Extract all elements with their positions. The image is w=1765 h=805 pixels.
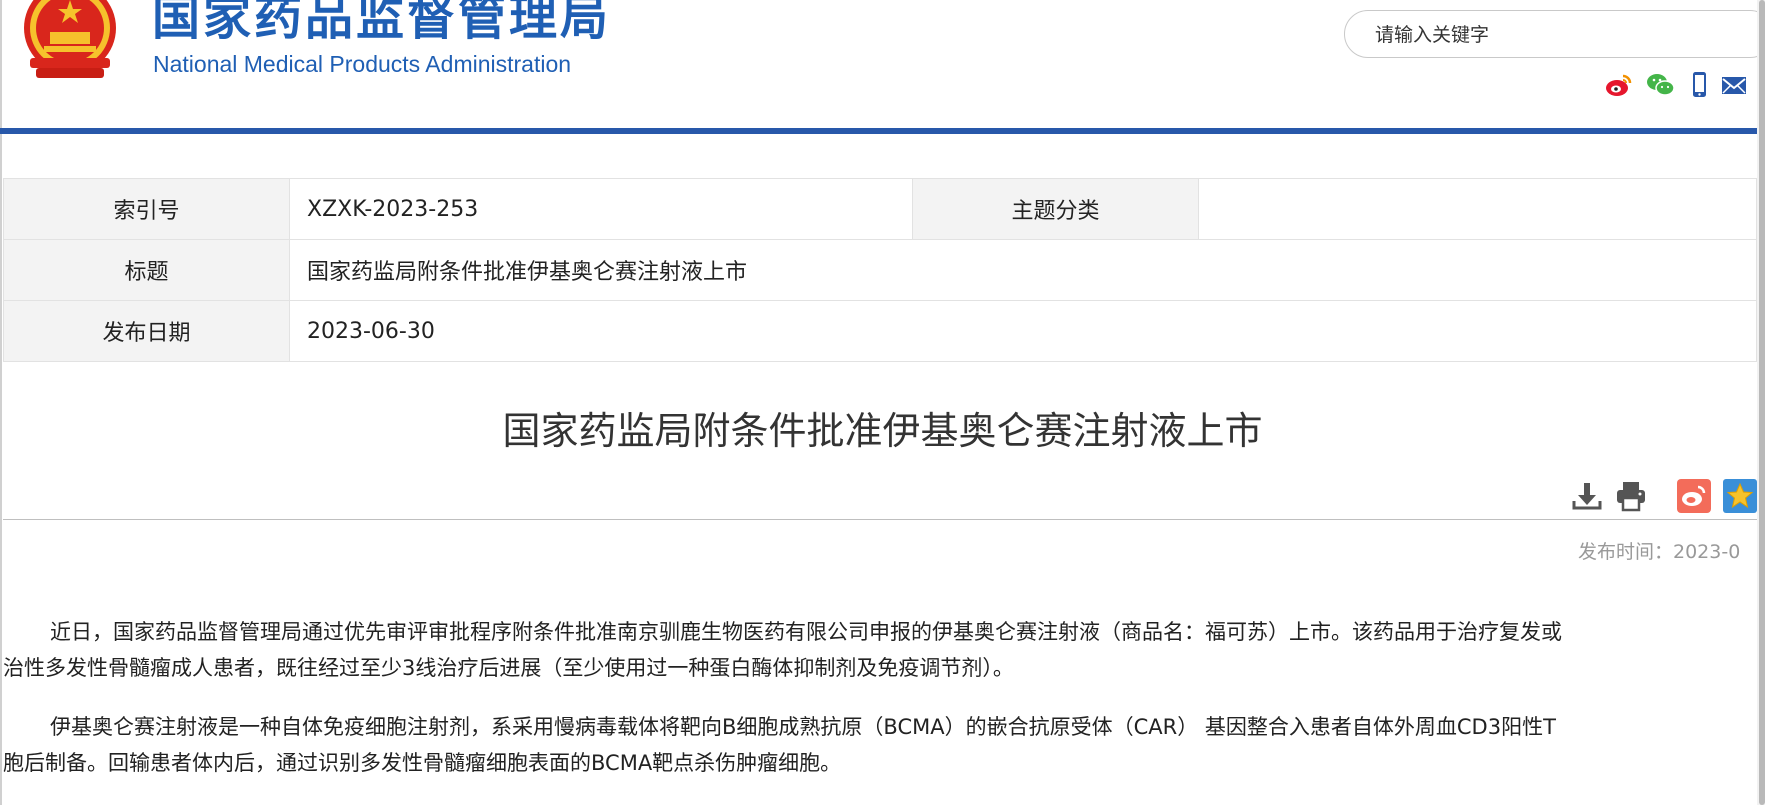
publish-time: 发布时间：2023-0: [1578, 541, 1741, 563]
date-label: 发布日期: [3, 300, 290, 362]
site-title-cn[interactable]: 国家药品监督管理局: [152, 0, 611, 48]
mail-icon[interactable]: [1719, 70, 1749, 100]
title-label: 标题: [3, 239, 290, 301]
favorite-star-icon[interactable]: [1723, 479, 1757, 513]
paragraph-line: 伊基奥仑赛注射液是一种自体免疫细胞注射剂，系采用慢病毒载体将靶向B细胞成熟抗原（…: [50, 715, 1556, 739]
category-label: 主题分类: [912, 178, 1199, 240]
article-paragraph: 近日，国家药品监督管理局通过优先审评审批程序附条件批准南京驯鹿生物医药有限公司申…: [3, 614, 1757, 686]
search-input[interactable]: [1373, 21, 1757, 49]
header-divider: [0, 128, 1757, 134]
national-emblem-logo: [24, 0, 116, 78]
table-row: 发布日期 2023-06-30: [3, 300, 1757, 362]
index-label: 索引号: [3, 178, 290, 240]
weibo-icon[interactable]: [1604, 70, 1634, 100]
search-box[interactable]: [1344, 10, 1765, 58]
paragraph-line: 治性多发性骨髓瘤成人患者，既往经过至少3线治疗后进展（至少使用过一种蛋白酶体抑制…: [3, 656, 1014, 680]
print-icon[interactable]: [1614, 479, 1648, 513]
download-icon[interactable]: [1570, 479, 1604, 513]
scrollbar-thumb[interactable]: [1759, 0, 1765, 805]
weibo-share-icon[interactable]: [1677, 479, 1711, 513]
table-row: 索引号 XZXK-2023-253 主题分类: [3, 178, 1757, 240]
date-value: 2023-06-30: [289, 300, 1757, 362]
article-paragraph: 伊基奥仑赛注射液是一种自体免疫细胞注射剂，系采用慢病毒载体将靶向B细胞成熟抗原（…: [3, 709, 1757, 781]
article-divider: [3, 519, 1757, 520]
wechat-icon[interactable]: [1646, 70, 1676, 100]
category-value: [1198, 178, 1757, 240]
table-row: 标题 国家药监局附条件批准伊基奥仑赛注射液上市: [3, 239, 1757, 301]
paragraph-line: 近日，国家药品监督管理局通过优先审评审批程序附条件批准南京驯鹿生物医药有限公司申…: [50, 620, 1562, 644]
article-title: 国家药监局附条件批准伊基奥仑赛注射液上市: [502, 409, 1263, 453]
mobile-icon[interactable]: [1684, 70, 1714, 100]
title-value: 国家药监局附条件批准伊基奥仑赛注射液上市: [289, 239, 1757, 301]
index-value: XZXK-2023-253: [289, 178, 913, 240]
scrollbar-track[interactable]: [1757, 0, 1765, 805]
site-title-en[interactable]: National Medical Products Administration: [153, 51, 571, 78]
paragraph-line: 胞后制备。回输患者体内后，通过识别多发性骨髓瘤细胞表面的BCMA靶点杀伤肿瘤细胞…: [3, 751, 842, 775]
document-info-table: 索引号 XZXK-2023-253 主题分类 标题 国家药监局附条件批准伊基奥仑…: [3, 178, 1757, 362]
